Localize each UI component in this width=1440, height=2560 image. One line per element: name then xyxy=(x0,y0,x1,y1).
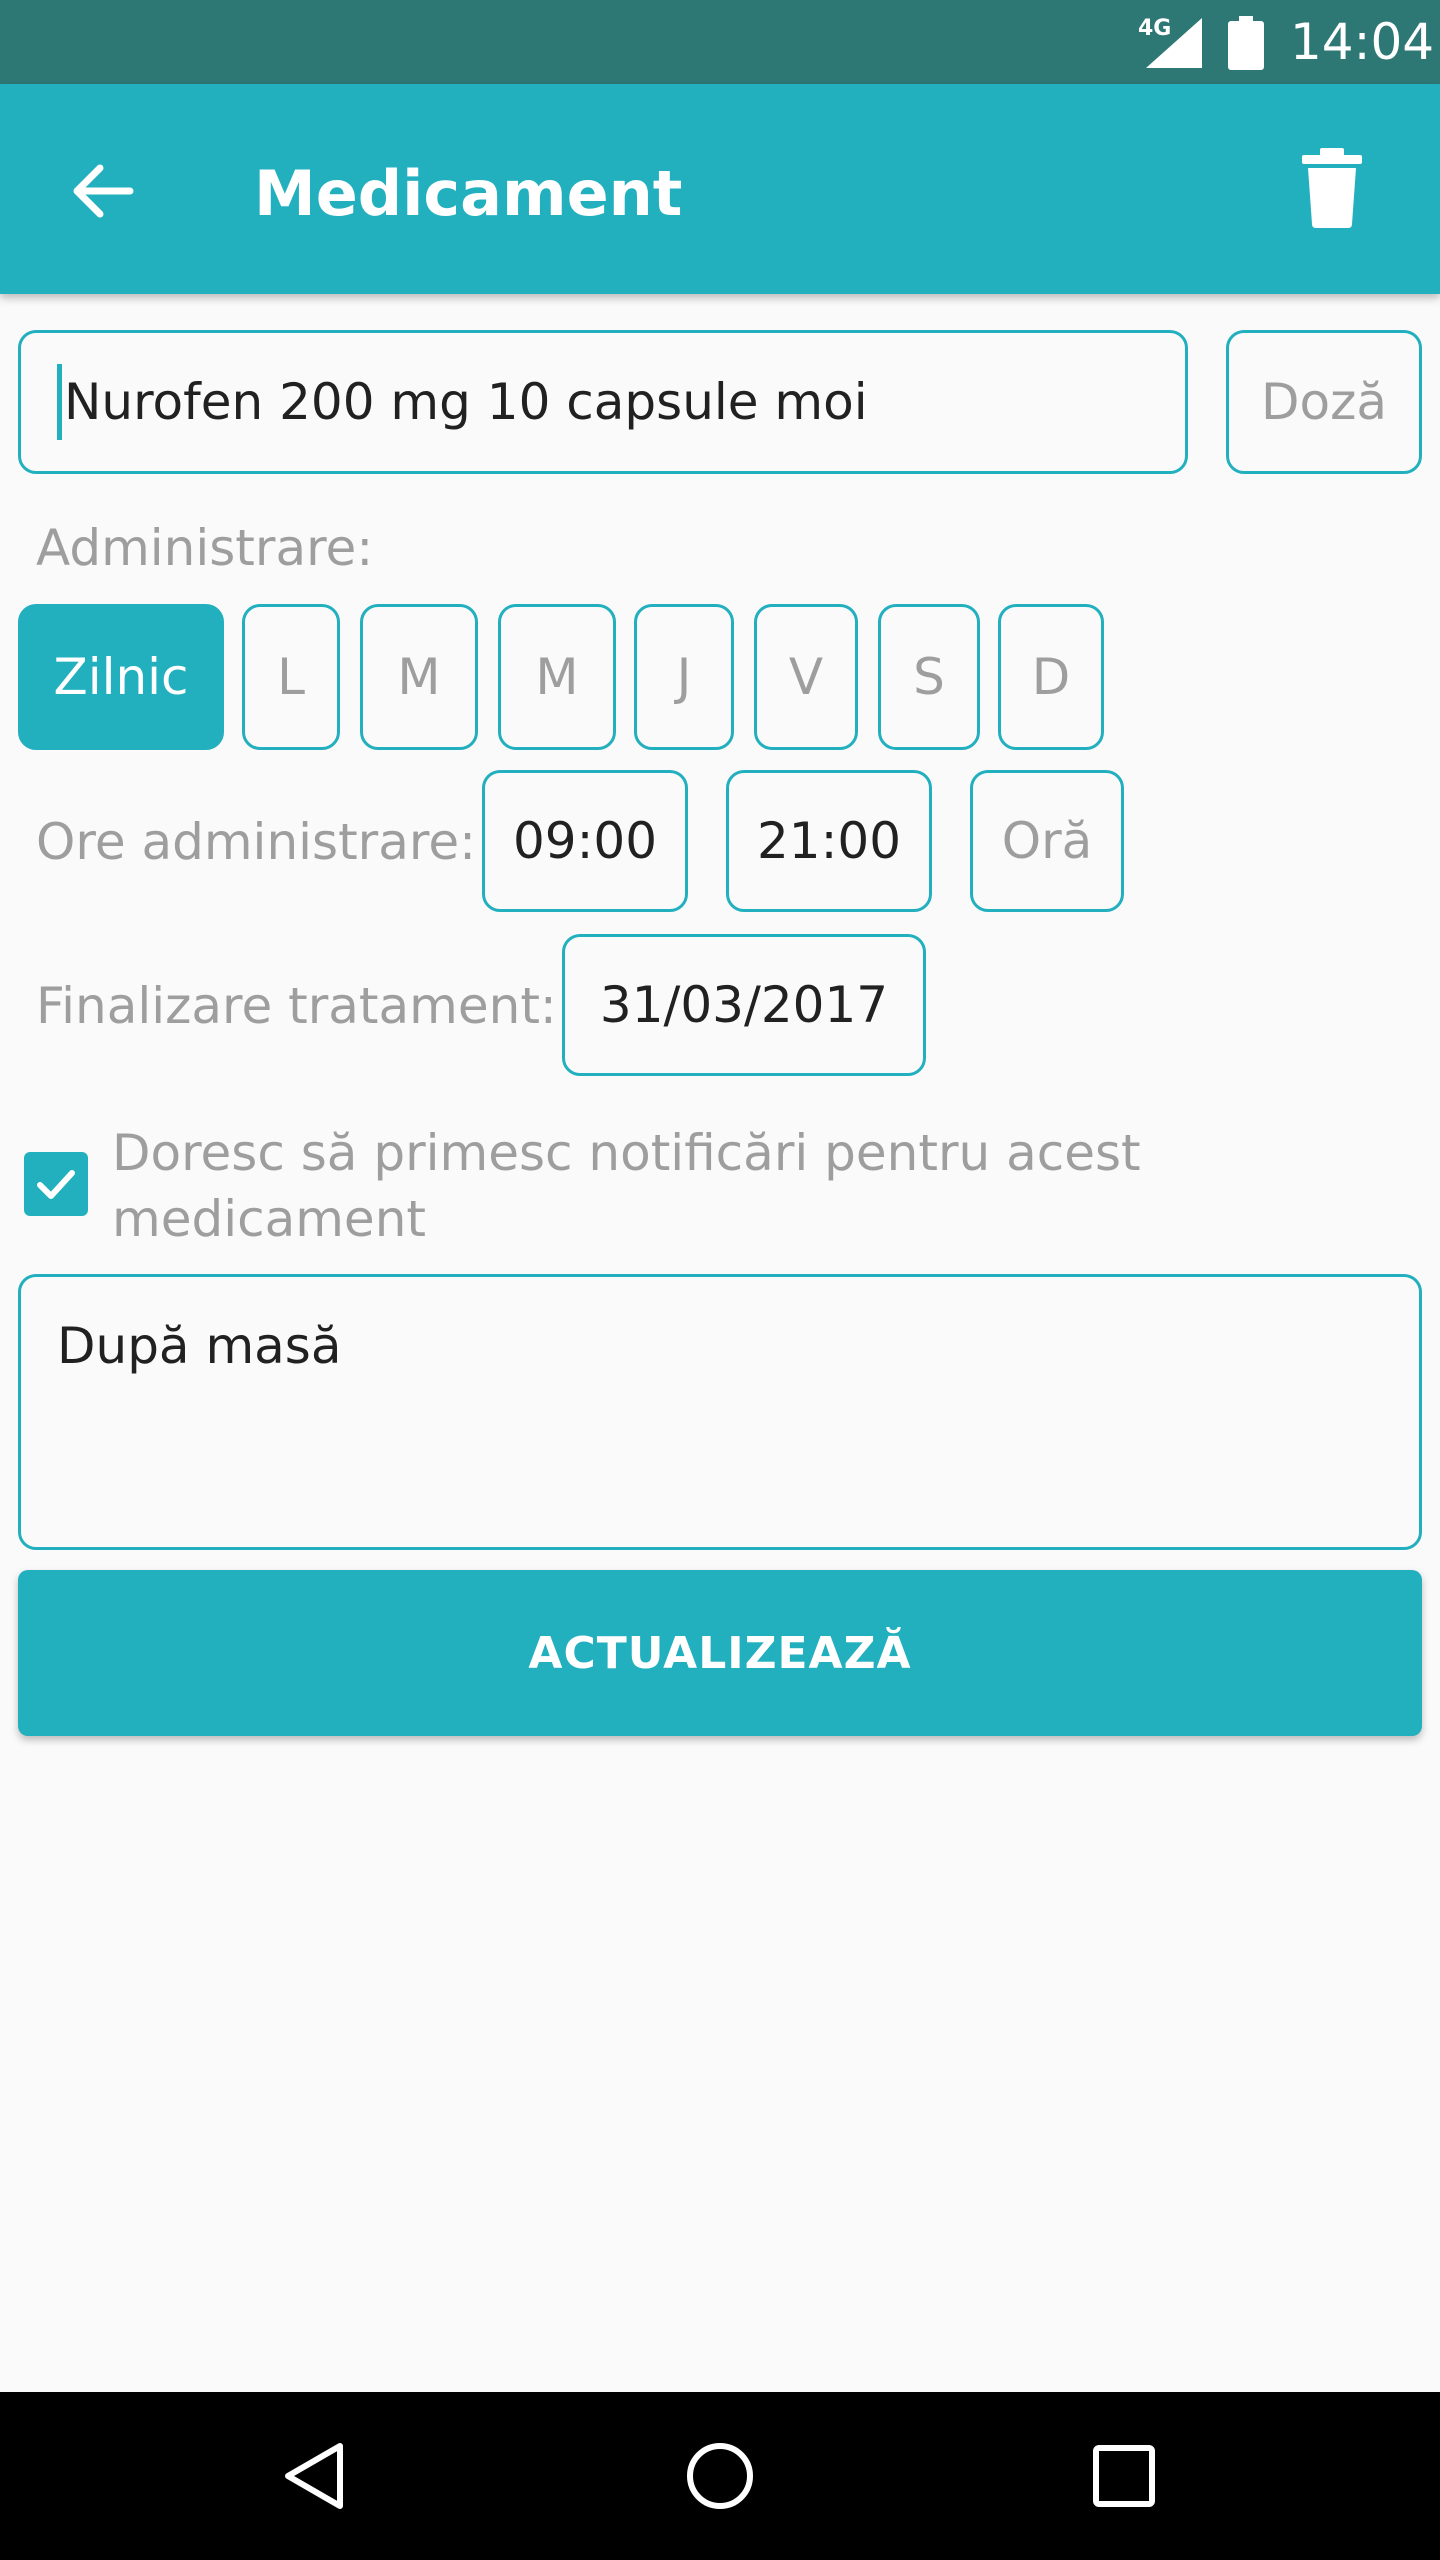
day-friday-button[interactable]: V xyxy=(754,604,858,750)
dose-placeholder: Doză xyxy=(1261,373,1387,431)
delete-icon[interactable] xyxy=(1300,148,1364,228)
battery-icon xyxy=(1228,16,1264,70)
dose-input[interactable]: Doză xyxy=(1226,330,1422,474)
hour-chip-1[interactable]: 09:00 xyxy=(482,770,688,912)
day-monday-button[interactable]: L xyxy=(242,604,340,750)
notes-value: După masă xyxy=(57,1317,342,1375)
end-treatment-label: Finalizare tratament: xyxy=(36,977,557,1035)
check-icon xyxy=(37,1170,75,1199)
day-tuesday-button[interactable]: M xyxy=(360,604,478,750)
add-hour-button[interactable]: Oră xyxy=(970,770,1124,912)
day-saturday-button[interactable]: S xyxy=(878,604,980,750)
status-bar: 4G 14:04 xyxy=(0,0,1440,84)
hour-chip-2[interactable]: 21:00 xyxy=(726,770,932,912)
administration-label: Administrare: xyxy=(36,519,374,577)
update-button[interactable]: ACTUALIZEAZĂ xyxy=(18,1570,1422,1736)
day-wednesday-button[interactable]: M xyxy=(498,604,616,750)
clock: 14:04 xyxy=(1290,13,1435,71)
network-type: 4G xyxy=(1138,16,1172,41)
nav-home-icon[interactable] xyxy=(680,2436,760,2516)
day-sunday-button[interactable]: D xyxy=(998,604,1104,750)
end-date-chip[interactable]: 31/03/2017 xyxy=(562,934,926,1076)
app-bar: Medicament xyxy=(0,84,1440,294)
hours-label: Ore administrare: xyxy=(36,813,476,871)
notifications-label[interactable]: Doresc să primesc notificări pentru aces… xyxy=(112,1120,1212,1252)
nav-recents-icon[interactable] xyxy=(1084,2436,1164,2516)
medication-name-input[interactable]: Nurofen 200 mg 10 capsule moi xyxy=(18,330,1188,474)
back-arrow-icon[interactable] xyxy=(68,156,138,226)
medication-name-value: Nurofen 200 mg 10 capsule moi xyxy=(64,373,868,431)
day-daily-button[interactable]: Zilnic xyxy=(18,604,224,750)
page-title: Medicament xyxy=(254,157,683,230)
nav-back-icon[interactable] xyxy=(276,2436,356,2516)
notifications-checkbox[interactable] xyxy=(24,1152,88,1216)
navigation-bar xyxy=(0,2392,1440,2560)
text-cursor xyxy=(57,364,62,440)
day-thursday-button[interactable]: J xyxy=(634,604,734,750)
notes-input[interactable]: După masă xyxy=(18,1274,1422,1550)
